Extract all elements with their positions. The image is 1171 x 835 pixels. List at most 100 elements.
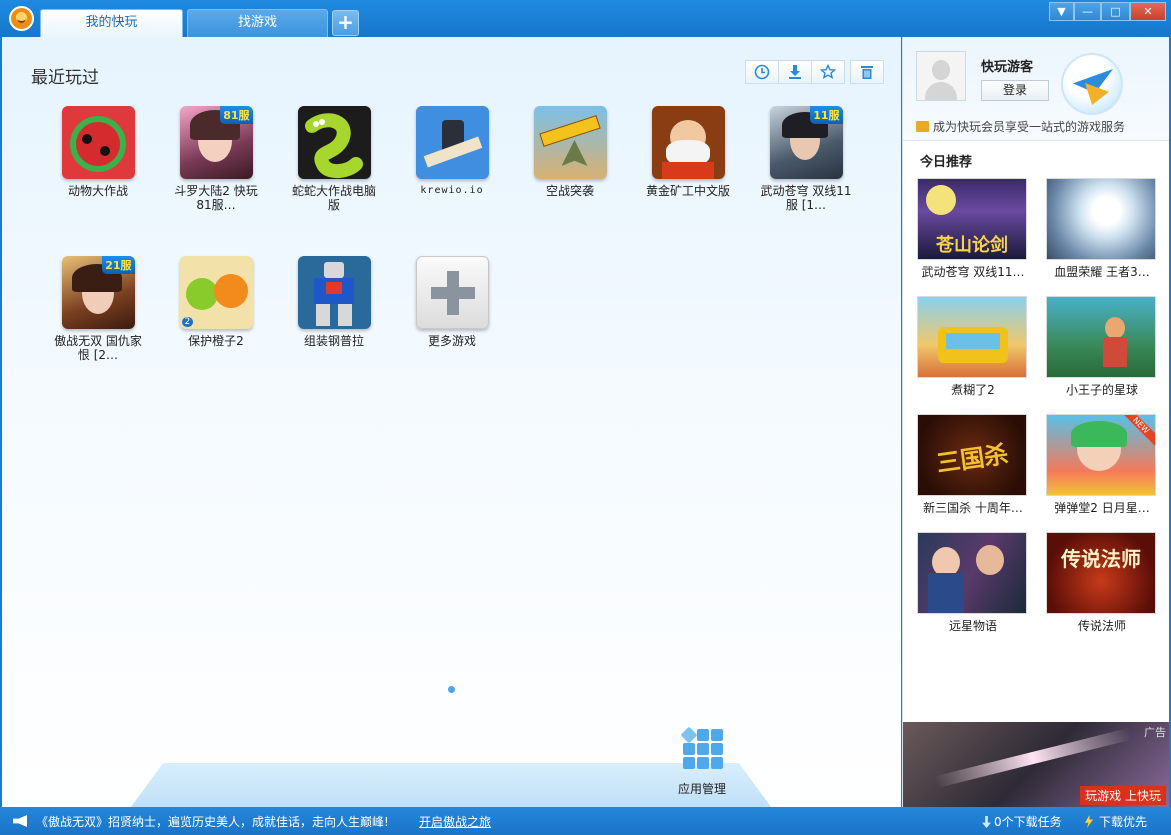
game-item-air-strike[interactable]: 空战突袭	[511, 106, 629, 198]
recommend-image	[1046, 296, 1156, 378]
game-name: krewio.io	[420, 185, 484, 196]
recommend-item[interactable]: 苍山论剑 武动苍穹 双线11…	[917, 178, 1029, 280]
status-message: 《傲战无双》招贤纳士，遍览历史美人，成就佳话，走向人生巅峰!	[36, 815, 389, 829]
recommend-image	[1046, 178, 1156, 260]
game-item-protect-orange[interactable]: 2 保护橙子2	[157, 256, 275, 348]
page-indicator-dot[interactable]	[448, 686, 455, 693]
lightning-icon	[1085, 815, 1093, 828]
recommend-caption: 远星物语	[948, 619, 997, 633]
recommend-caption: 血盟荣耀 王者3…	[1054, 265, 1150, 279]
status-bar: 《傲战无双》招贤纳士，遍览历史美人，成就佳话，走向人生巅峰! 开启傲战之旅 0个…	[0, 807, 1171, 835]
username: 快玩游客	[981, 60, 1034, 75]
game-item-gunpla[interactable]: 组装钢普拉	[275, 256, 393, 348]
recommend-caption: 传说法师	[1077, 619, 1126, 633]
game-item-krewio[interactable]: krewio.io	[393, 106, 511, 198]
kuaiwan-bird-logo-icon	[1061, 53, 1123, 115]
crown-icon	[916, 121, 929, 132]
delete-button[interactable]	[850, 60, 884, 84]
server-badge: 21服	[102, 256, 135, 274]
download-button[interactable]	[778, 60, 812, 84]
maximize-button[interactable]: □	[1101, 2, 1130, 21]
history-button[interactable]	[745, 60, 779, 84]
game-name: 黄金矿工中文版	[645, 184, 730, 198]
ad-banner[interactable]: 广告 玩游戏 上快玩	[903, 722, 1169, 807]
trash-icon	[861, 66, 873, 79]
add-tab-button[interactable]: +	[332, 10, 359, 36]
recommend-item[interactable]: 传说法师 传说法师	[1046, 532, 1158, 634]
download-priority-button[interactable]: 下载优先	[1084, 813, 1147, 830]
recommend-image: NEW	[1046, 414, 1156, 496]
game-item-snake[interactable]: 蛇蛇大作战电脑版	[275, 106, 393, 212]
app-manager-button[interactable]: 应用管理	[662, 726, 742, 797]
recommend-item[interactable]: 小王子的星球	[1046, 296, 1158, 398]
game-item-gold-miner[interactable]: 黄金矿工中文版	[629, 106, 747, 198]
menu-dropdown-button[interactable]: ▼	[1049, 2, 1074, 21]
recommend-image	[917, 296, 1027, 378]
status-link[interactable]: 开启傲战之旅	[419, 813, 491, 830]
game-icon	[297, 256, 371, 329]
game-icon: 81服	[179, 106, 253, 179]
user-box: 快玩游客 登录 成为快玩会员享受一站式的游戏服务	[903, 37, 1169, 141]
recommend-item[interactable]: 煮糊了2	[917, 296, 1029, 398]
game-name: 傲战无双 国仇家恨 [2…	[54, 334, 142, 362]
title-bar: 我的快玩 找游戏 + ▼ — □ ✕	[0, 0, 1171, 37]
login-button[interactable]: 登录	[981, 80, 1049, 101]
more-games-button[interactable]: 更多游戏	[393, 256, 511, 348]
game-icon	[533, 106, 607, 179]
close-button[interactable]: ✕	[1130, 2, 1166, 21]
server-badge: 81服	[220, 106, 253, 124]
avatar[interactable]	[916, 51, 966, 101]
game-name: 斗罗大陆2 快玩81服…	[174, 184, 258, 212]
star-icon	[820, 64, 836, 80]
game-name: 空战突袭	[545, 184, 594, 198]
recommend-image: 苍山论剑	[917, 178, 1027, 260]
minimize-button[interactable]: —	[1074, 2, 1101, 21]
version-badge: 2	[181, 317, 194, 327]
recommend-item[interactable]: 远星物语	[917, 532, 1029, 634]
game-icon: 21服	[61, 256, 135, 329]
game-item-animal-battle[interactable]: 动物大作战	[39, 106, 157, 198]
recommend-item[interactable]: 血盟荣耀 王者3…	[1046, 178, 1158, 280]
speaker-icon	[13, 815, 27, 827]
app-grid-icon	[680, 726, 723, 769]
tab-my-kuaiwan[interactable]: 我的快玩	[40, 9, 183, 37]
recommend-caption: 新三国杀 十周年…	[923, 501, 1023, 515]
recommend-item[interactable]: NEW 弹弹堂2 日月星…	[1046, 414, 1158, 516]
download-priority-label: 下载优先	[1099, 815, 1148, 829]
recommend-caption: 小王子的星球	[1065, 383, 1138, 397]
ad-artwork	[934, 727, 1132, 789]
tab-find-games[interactable]: 找游戏	[187, 9, 328, 37]
game-item-douluo[interactable]: 81服 斗罗大陆2 快玩81服…	[157, 106, 275, 212]
recommend-caption: 弹弹堂2 日月星…	[1054, 501, 1150, 515]
favorite-button[interactable]	[811, 60, 845, 84]
game-name: 保护橙子2	[188, 334, 244, 348]
clock-icon	[754, 64, 770, 80]
game-icon	[297, 106, 371, 179]
recommend-image-text: 三国杀	[934, 439, 1010, 478]
game-icon: 2	[179, 256, 253, 329]
game-icon	[61, 106, 135, 179]
game-icon: 11服	[769, 106, 843, 179]
recommend-item[interactable]: 三国杀 新三国杀 十周年…	[917, 414, 1029, 516]
game-name: 动物大作战	[67, 184, 128, 198]
game-icon	[651, 106, 725, 179]
recent-played-title: 最近玩过	[31, 68, 99, 88]
game-item-aozhan[interactable]: 21服 傲战无双 国仇家恨 [2…	[39, 256, 157, 362]
kuaiwan-logo-icon	[9, 6, 34, 31]
main-content: 最近玩过 动物大作战 81服 斗罗大陆2 快玩81服… 蛇蛇大作战电脑版 kre…	[2, 37, 901, 807]
recommend-image-text: 传说法师	[1061, 547, 1141, 571]
game-name: 蛇蛇大作战电脑版	[291, 184, 376, 212]
ad-slogan: 玩游戏 上快玩	[1080, 786, 1166, 805]
recent-toolbar	[745, 60, 884, 84]
game-name: 武动苍穹 双线11服 [1…	[760, 184, 852, 212]
app-manager-label: 应用管理	[677, 782, 726, 796]
download-tasks-button[interactable]: 0个下载任务	[982, 813, 1062, 830]
vip-promo[interactable]: 成为快玩会员享受一站式的游戏服务	[916, 118, 1125, 135]
recommend-image-text: 苍山论剑	[936, 235, 1008, 256]
download-icon	[789, 65, 801, 79]
game-name: 组装钢普拉	[303, 334, 364, 348]
download-tasks-label: 0个下载任务	[994, 815, 1062, 829]
game-item-wudong[interactable]: 11服 武动苍穹 双线11服 [1…	[747, 106, 865, 212]
game-icon	[415, 106, 489, 179]
vip-text: 成为快玩会员享受一站式的游戏服务	[933, 120, 1126, 134]
